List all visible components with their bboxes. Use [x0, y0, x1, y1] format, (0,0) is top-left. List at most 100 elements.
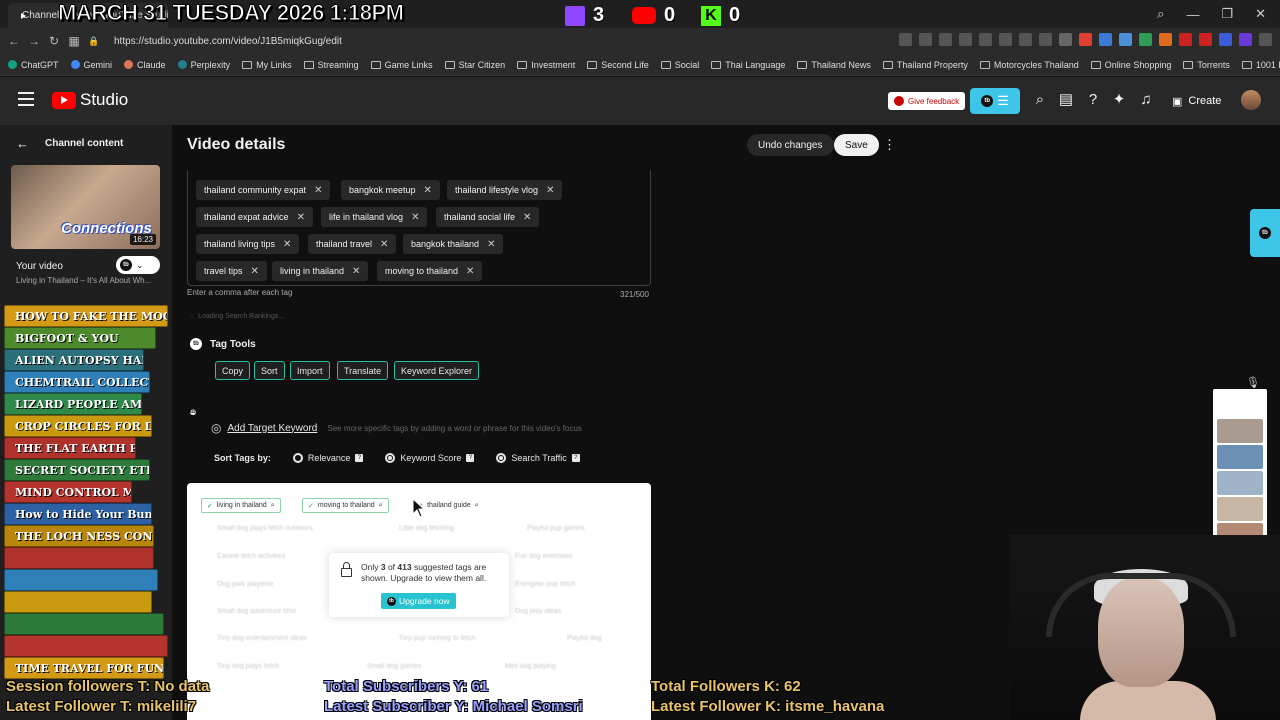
tag-chip[interactable]: thailand living tips ✕ [196, 234, 300, 254]
help-icon[interactable]: ? [466, 454, 475, 462]
add-target-keyword-link[interactable]: Add Target Keyword [227, 423, 317, 434]
help-icon[interactable]: ? [355, 454, 364, 462]
remove-tag-icon[interactable]: ✕ [251, 266, 259, 277]
sort-relevance-radio[interactable]: Relevance ? [292, 453, 364, 463]
keyword-explorer-button[interactable]: Keyword Explorer [394, 361, 480, 380]
tag-chip[interactable]: thailand travel ✕ [308, 234, 397, 254]
extension-icon[interactable] [1059, 33, 1072, 46]
remove-tag-icon[interactable]: ✕ [314, 185, 322, 196]
remove-tag-icon[interactable]: ✕ [297, 212, 305, 223]
channel-content-back-link[interactable]: ← Channel content [16, 136, 123, 151]
bookmark-item[interactable]: ChatGPT [8, 60, 59, 70]
close-icon[interactable]: ✕ [1255, 6, 1266, 22]
tubebuddy-menu-button[interactable]: tb ☰ [970, 88, 1020, 114]
bookmark-item[interactable]: Star Citizen [444, 60, 505, 70]
tag-chip[interactable]: moving to thailand ✕ [377, 261, 483, 281]
extension-icon[interactable] [1099, 33, 1112, 46]
tubebuddy-side-tab[interactable]: tb [1250, 209, 1280, 257]
bookmark-item[interactable]: 1001 Free Fonts [1241, 60, 1280, 70]
bookmark-item[interactable]: Online Shopping [1090, 60, 1171, 70]
extension-icon[interactable] [1079, 33, 1092, 46]
remove-tag-icon[interactable]: ✕ [487, 239, 495, 250]
sparkle-icon[interactable]: ✦ [1110, 91, 1128, 109]
tag-chip[interactable]: thailand community expat ✕ [196, 180, 331, 200]
remove-tag-icon[interactable]: ✕ [546, 185, 554, 196]
bookmark-item[interactable]: Second Life [587, 60, 649, 70]
tubebuddy-dropdown[interactable]: tb ⌄ [116, 256, 160, 274]
suggested-tag-chip[interactable]: ✓ moving to thailand ⌕ [302, 498, 389, 513]
apps-grid-icon[interactable]: ▦ [64, 34, 84, 48]
bookmark-item[interactable]: Thailand News [797, 60, 871, 70]
help-icon[interactable]: ? [1084, 91, 1102, 109]
extension-icon[interactable] [1019, 33, 1032, 46]
tag-chip[interactable]: thailand expat advice ✕ [196, 207, 313, 227]
maximize-icon[interactable]: ❐ [1221, 6, 1233, 22]
preview-thumbnail[interactable] [1217, 419, 1263, 443]
copy-tags-button[interactable]: Copy [215, 361, 251, 380]
import-tags-button[interactable]: Import [290, 361, 330, 380]
remove-tag-icon[interactable]: ✕ [424, 185, 432, 196]
extension-icon[interactable] [919, 33, 932, 46]
help-icon[interactable]: ? [571, 454, 580, 462]
tags-input-box[interactable]: thailand community expat ✕ bangkok meetup ✕… [187, 170, 651, 286]
upgrade-now-button[interactable]: tb Upgrade now [381, 593, 456, 609]
extension-icon[interactable] [1159, 33, 1172, 46]
extension-icon[interactable] [939, 33, 952, 46]
bookmark-item[interactable]: Motorcycles Thailand [979, 60, 1079, 70]
extension-icon[interactable] [1219, 33, 1232, 46]
remove-tag-icon[interactable]: ✕ [411, 212, 419, 223]
hamburger-menu-icon[interactable] [18, 92, 34, 106]
give-feedback-button[interactable]: Give feedback [888, 92, 966, 110]
tag-chip[interactable]: travel tips ✕ [196, 261, 267, 281]
save-button[interactable]: Save [834, 134, 879, 156]
remove-tag-icon[interactable]: ✕ [283, 239, 291, 250]
notifications-bell-icon[interactable]: ♫ [1137, 91, 1155, 109]
reload-icon[interactable]: ↻ [44, 34, 64, 48]
bookmark-item[interactable]: My Links [242, 60, 292, 70]
url-field[interactable]: https://studio.youtube.com/video/J1B5miq… [114, 36, 342, 47]
preview-thumbnail[interactable] [1217, 497, 1263, 521]
extension-icon[interactable] [999, 33, 1012, 46]
minimize-icon[interactable]: — [1186, 7, 1199, 22]
sort-tags-button[interactable]: Sort [254, 361, 285, 380]
forward-arrow-icon[interactable]: → [24, 34, 44, 48]
back-arrow-icon[interactable]: ← [4, 34, 24, 48]
microphone-icon[interactable]: 🎙 [1246, 376, 1260, 389]
remove-tag-icon[interactable]: ✕ [380, 239, 388, 250]
extension-icon[interactable] [1119, 33, 1132, 46]
translate-tags-button[interactable]: Translate [337, 361, 389, 380]
create-button[interactable]: ▣ Create [1172, 90, 1221, 112]
tag-chip[interactable]: living in thailand ✕ [272, 261, 369, 281]
bookmark-item[interactable]: Streaming [303, 60, 359, 70]
tag-chip[interactable]: thailand social life ✕ [436, 207, 540, 227]
avatar[interactable] [1241, 90, 1261, 110]
tag-chip[interactable]: bangkok meetup ✕ [341, 180, 440, 200]
video-thumbnail[interactable]: Connections 16:23 [11, 165, 160, 249]
extension-icon[interactable] [1179, 33, 1192, 46]
preview-thumbnail[interactable] [1217, 445, 1263, 469]
search-icon[interactable]: ⌕ [1031, 91, 1049, 109]
suggested-tag-chip[interactable]: ✓ living in thailand ⌕ [201, 498, 281, 513]
tag-chip[interactable]: thailand lifestyle vlog ✕ [447, 180, 563, 200]
bookmark-item[interactable]: Torrents [1183, 60, 1230, 70]
bookmark-item[interactable]: Social [660, 60, 699, 70]
bookmark-item[interactable]: Gemini [70, 60, 112, 70]
extension-icon[interactable] [979, 33, 992, 46]
tag-chip[interactable]: bangkok thailand ✕ [403, 234, 504, 254]
messages-icon[interactable]: ▤ [1057, 91, 1075, 109]
tag-chip[interactable]: life in thailand vlog ✕ [321, 207, 428, 227]
extension-icon[interactable] [1039, 33, 1052, 46]
bookmark-item[interactable]: Perplexity [177, 60, 230, 70]
preview-thumbnail[interactable] [1217, 471, 1263, 495]
extension-icon[interactable] [899, 33, 912, 46]
sort-keyword-score-radio[interactable]: Keyword Score ? [385, 453, 475, 463]
bookmark-item[interactable]: Thailand Property [882, 60, 968, 70]
remove-tag-icon[interactable]: ✕ [352, 266, 360, 277]
extension-icon[interactable] [1239, 33, 1252, 46]
extension-icon[interactable] [1199, 33, 1212, 46]
bookmark-item[interactable]: Claude [124, 60, 166, 70]
search-tabs-icon[interactable]: ⌕ [1157, 6, 1164, 22]
bookmark-item[interactable]: Investment [517, 60, 575, 70]
extension-icon[interactable] [1259, 33, 1272, 46]
undo-changes-button[interactable]: Undo changes [747, 134, 834, 156]
